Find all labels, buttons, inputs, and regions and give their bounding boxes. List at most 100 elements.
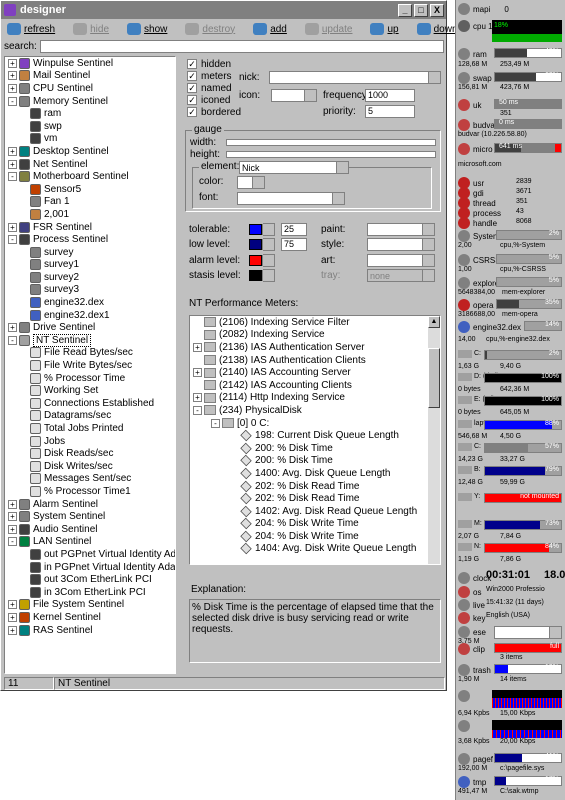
expand-icon[interactable]: + (8, 499, 17, 509)
tree-item[interactable]: + Alarm Sentinel (5, 498, 175, 511)
update-button[interactable]: update (304, 23, 352, 35)
expand-icon[interactable]: + (8, 83, 17, 93)
scroll-track[interactable] (428, 348, 440, 564)
perf-meter-row[interactable]: - [0] 0 C: (190, 417, 440, 430)
collapse-icon[interactable]: - (8, 96, 17, 106)
tree-item[interactable]: + Mail Sentinel (5, 70, 175, 83)
icon-dropdown[interactable] (271, 89, 317, 102)
perf-meter-row[interactable]: + (2114) Http Indexing Service (190, 392, 440, 405)
expand-icon[interactable]: + (8, 146, 17, 156)
iconed-checkbox[interactable]: ✓ iconed (187, 94, 241, 106)
alarm-level-color-dropdown[interactable] (262, 254, 275, 267)
meters-checkbox[interactable]: ✓ meters (187, 70, 241, 82)
perf-meter-row[interactable]: +1402: Avg. Disk Read Queue Length (190, 505, 440, 518)
tray-dropdown[interactable]: none (367, 269, 435, 282)
perf-meter-row[interactable]: +204: % Disk Write Time (190, 518, 440, 531)
hide-button[interactable]: hide (73, 23, 109, 35)
tree-item[interactable]: Total Jobs Printed (5, 422, 175, 435)
tree-item[interactable]: survey1 (5, 259, 175, 272)
perf-meter-row[interactable]: +(2082) Indexing Service (190, 329, 440, 342)
tree-item[interactable]: Datagrams/sec (5, 410, 175, 423)
perf-meter-row[interactable]: - (234) PhysicalDisk (190, 404, 440, 417)
tree-item[interactable]: - NT Sentinel (5, 333, 175, 347)
font-dropdown[interactable] (237, 192, 345, 205)
tree-item[interactable]: Disk Reads/sec (5, 447, 175, 460)
tree-item[interactable]: Jobs (5, 435, 175, 448)
tolerable-color-dropdown[interactable] (262, 223, 275, 236)
tree-item[interactable]: ram (5, 107, 175, 120)
stasis-level-color[interactable] (249, 270, 262, 281)
perf-meter-row[interactable]: +200: % Disk Time (190, 455, 440, 468)
perf-meter-row[interactable]: +1400: Avg. Disk Queue Length (190, 467, 440, 480)
ese-dropdown[interactable] (494, 626, 562, 639)
title-bar[interactable]: designer _ □ X (1, 1, 446, 19)
bordered-checkbox[interactable]: ✓ bordered (187, 106, 241, 118)
tree-item[interactable]: + File System Sentinel (5, 599, 175, 612)
tree-item[interactable]: - Motherboard Sentinel (5, 170, 175, 183)
tree-item[interactable]: in PGPnet Virtual Identity Adapter (5, 561, 175, 574)
add-button[interactable]: add (253, 23, 287, 35)
destroy-button[interactable]: destroy (185, 23, 235, 35)
tree-item[interactable]: out 3Com EtherLink PCI (5, 573, 175, 586)
tree-item[interactable]: - LAN Sentinel (5, 536, 175, 549)
width-slider[interactable] (226, 139, 436, 146)
tree-item[interactable]: File Write Bytes/sec (5, 359, 175, 372)
tree-item[interactable]: Fan 1 (5, 196, 175, 209)
tree-item[interactable]: Sensor5 (5, 183, 175, 196)
element-dropdown[interactable]: Nick (239, 161, 349, 174)
tolerable-color[interactable] (249, 224, 262, 235)
tree-item[interactable]: + Audio Sentinel (5, 523, 175, 536)
tree-item[interactable]: out PGPnet Virtual Identity Adapter (5, 548, 175, 561)
sentinel-tree[interactable]: + Winpulse Sentinel + Mail Sentinel + CPU Sen… (4, 56, 176, 674)
tree-item[interactable]: File Read Bytes/sec (5, 347, 175, 360)
tree-item[interactable]: + System Sentinel (5, 510, 175, 523)
tree-item[interactable]: + Kernel Sentinel (5, 611, 175, 624)
tree-item[interactable]: - Memory Sentinel (5, 95, 175, 108)
search-input[interactable] (39, 39, 444, 53)
perf-meter-row[interactable]: + (2140) IAS Accounting Server (190, 366, 440, 379)
tree-item[interactable]: + Desktop Sentinel (5, 145, 175, 158)
perf-meter-row[interactable]: +(2138) IAS Authentication Clients (190, 354, 440, 367)
expand-icon[interactable]: + (8, 222, 17, 232)
refresh-button[interactable]: refresh (7, 23, 55, 35)
perf-meter-row[interactable]: +198: Current Disk Queue Length (190, 429, 440, 442)
tree-item[interactable]: + RAS Sentinel (5, 624, 175, 637)
expand-icon[interactable]: + (8, 600, 17, 610)
stasis-level-color-dropdown[interactable] (262, 269, 275, 282)
collapse-icon[interactable]: - (211, 418, 220, 428)
perf-scrollbar[interactable]: ▲ ▼ (428, 316, 440, 564)
low-level-color-dropdown[interactable] (262, 238, 275, 251)
tree-item[interactable]: + FSR Sentinel (5, 221, 175, 234)
perf-meter-row[interactable]: + (2136) IAS Authentication Server (190, 341, 440, 354)
tree-item[interactable]: Connections Established (5, 397, 175, 410)
down-button[interactable]: down (416, 23, 458, 35)
tree-item[interactable]: % Processor Time1 (5, 485, 175, 498)
nick-dropdown[interactable] (269, 71, 441, 84)
hidden-checkbox[interactable]: ✓ hidden (187, 58, 241, 70)
tree-item[interactable]: + CPU Sentinel (5, 82, 175, 95)
tree-item[interactable]: engine32.dex (5, 296, 175, 309)
perf-meter-row[interactable]: +(2106) Indexing Service Filter (190, 316, 440, 329)
style-dropdown[interactable] (367, 238, 435, 251)
tree-item[interactable]: % Processor Time (5, 372, 175, 385)
collapse-icon[interactable]: - (8, 235, 17, 245)
priority-input[interactable]: 5 (365, 105, 415, 118)
expand-icon[interactable]: + (8, 512, 17, 522)
perf-meter-row[interactable]: +1404: Avg. Disk Write Queue Length (190, 543, 440, 556)
maximize-button[interactable]: □ (414, 3, 428, 17)
height-slider[interactable] (226, 151, 436, 158)
low-level-color[interactable] (249, 239, 262, 250)
perf-meter-row[interactable]: +202: % Disk Read Time (190, 480, 440, 493)
tree-item[interactable]: Disk Writes/sec (5, 460, 175, 473)
expand-icon[interactable]: + (193, 368, 202, 378)
tree-item[interactable]: in 3Com EtherLink PCI (5, 586, 175, 599)
collapse-icon[interactable]: - (8, 172, 17, 182)
named-checkbox[interactable]: ✓ named (187, 82, 241, 94)
tolerable-input[interactable]: 25 (281, 223, 307, 236)
tree-item[interactable]: Messages Sent/sec (5, 473, 175, 486)
perf-meter-row[interactable]: +200: % Disk Time (190, 442, 440, 455)
expand-icon[interactable]: + (8, 159, 17, 169)
expand-icon[interactable]: + (8, 612, 17, 622)
tree-item[interactable]: + Net Sentinel (5, 158, 175, 171)
art-dropdown[interactable] (367, 254, 435, 267)
